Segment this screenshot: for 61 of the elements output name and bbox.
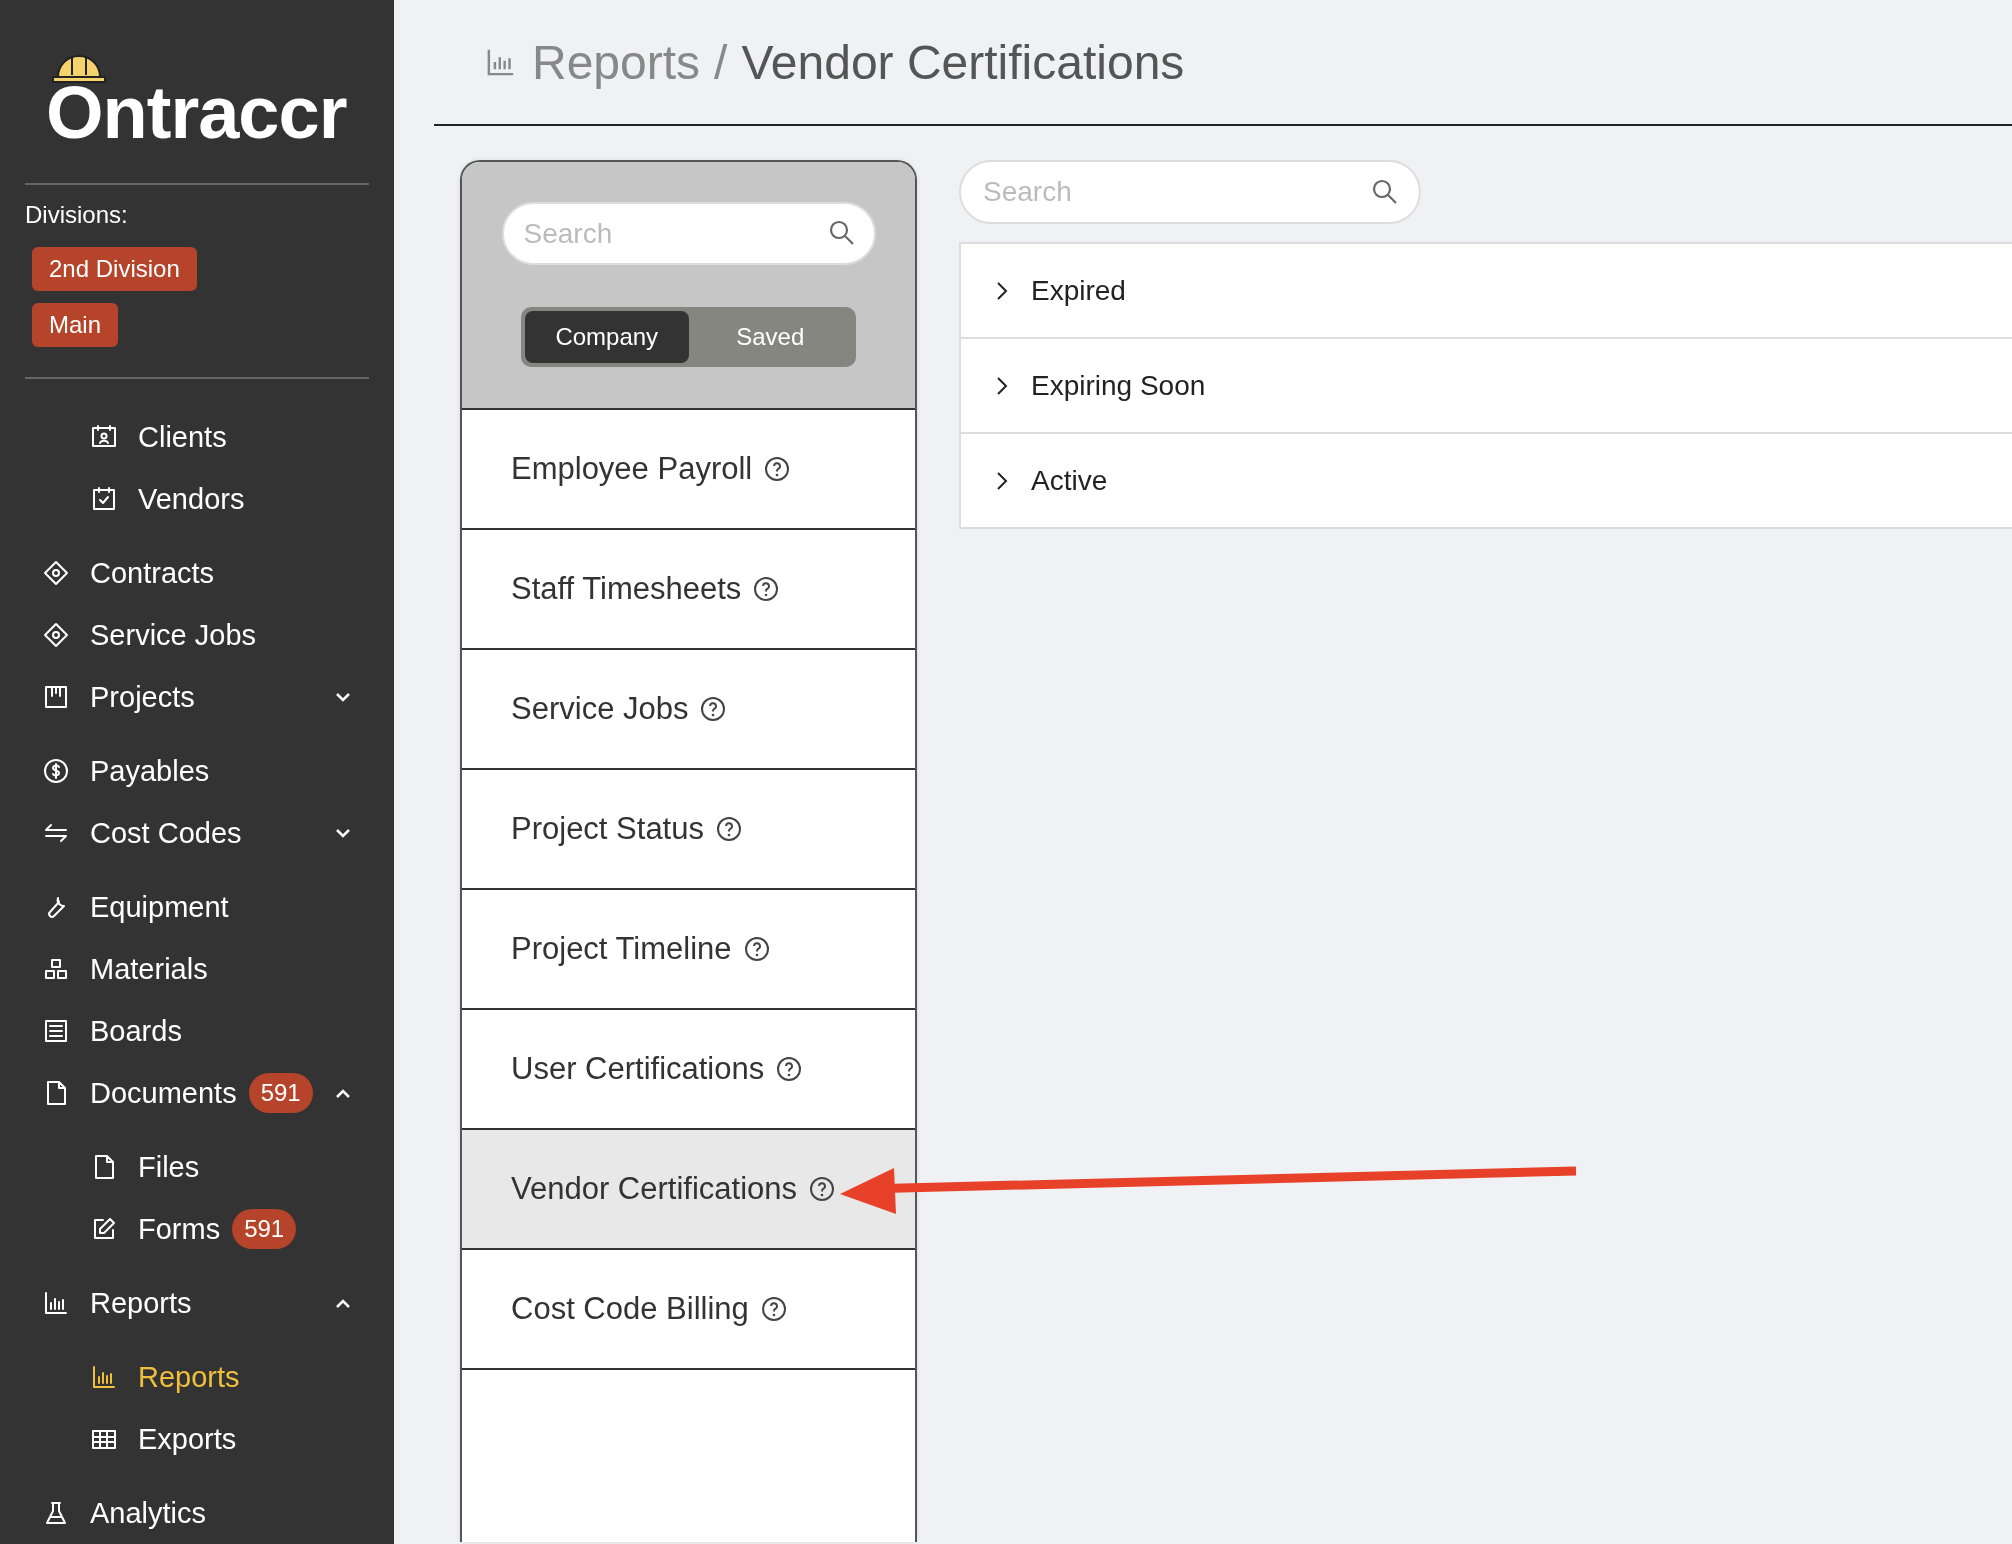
report-item[interactable]: Staff Timesheets [462, 530, 915, 650]
nav-item[interactable]: Boards [0, 1000, 394, 1062]
nav-item[interactable]: Contracts [0, 542, 394, 604]
report-item[interactable]: Service Jobs [462, 650, 915, 770]
breadcrumb-separator: / [714, 34, 728, 90]
help-icon[interactable] [700, 696, 727, 722]
bar-chart-icon [42, 1289, 70, 1317]
help-icon[interactable] [743, 936, 770, 962]
report-item[interactable]: Project Status [462, 770, 915, 890]
divisions-label: Divisions: [25, 201, 129, 229]
diamond-icon [42, 621, 70, 649]
chevron-down-icon[interactable] [334, 691, 352, 703]
help-icon[interactable] [716, 816, 742, 842]
nav-item[interactable]: Exports [0, 1408, 394, 1470]
kanban-icon [42, 683, 70, 711]
collapse-section[interactable]: Active [961, 434, 2012, 527]
nav-item[interactable]: Documents 591 [0, 1062, 394, 1124]
nav-item[interactable]: Reports [0, 1272, 394, 1334]
nav-item[interactable]: Reports [0, 1346, 394, 1408]
nav-item[interactable]: Projects [0, 666, 394, 728]
collapse-section[interactable]: Expired [961, 244, 2012, 339]
division-tag[interactable]: 2nd Division [32, 247, 197, 291]
report-item[interactable]: Vendor Certifications [462, 1130, 915, 1250]
report-item[interactable]: Employee Payroll [462, 410, 915, 530]
report-item[interactable]: Cost Code Billing [462, 1250, 915, 1370]
nav-item[interactable]: Vendors [0, 468, 394, 530]
nav-item[interactable]: Clients [0, 406, 394, 468]
search-icon [1371, 178, 1399, 206]
nav-item[interactable]: Materials [0, 938, 394, 1000]
chevron-up-icon[interactable] [334, 1087, 352, 1099]
nav-item[interactable]: Cost Codes [0, 802, 394, 864]
division-tag[interactable]: Main [32, 303, 119, 347]
calendar-check-icon [90, 485, 118, 513]
nav-item[interactable]: Service Jobs [0, 604, 394, 666]
help-icon[interactable] [776, 1056, 803, 1082]
dollar-circle-icon [42, 757, 70, 785]
app-logo: Ontraccr [46, 84, 347, 141]
search-field[interactable]: Search [959, 160, 1421, 224]
board-icon [42, 1017, 70, 1045]
nav-item[interactable]: Equipment [0, 876, 394, 938]
nav-item[interactable]: Analytics [0, 1482, 394, 1544]
help-icon[interactable] [809, 1176, 836, 1202]
collapse-section[interactable]: Expiring Soon [961, 339, 2012, 434]
chevron-up-icon[interactable] [334, 1297, 352, 1309]
search-field[interactable]: Search [501, 202, 876, 265]
segment-tab[interactable]: Saved [688, 311, 852, 363]
diamond-icon [42, 559, 70, 587]
help-icon[interactable] [764, 456, 791, 482]
help-icon[interactable] [760, 1296, 787, 1322]
count-badge: 591 [248, 1073, 313, 1113]
search-icon [827, 219, 856, 247]
count-badge: 591 [232, 1209, 297, 1249]
chevron-down-icon[interactable] [334, 827, 352, 839]
report-item[interactable]: Project Timeline [462, 890, 915, 1010]
help-icon[interactable] [753, 576, 780, 602]
page-title: Vendor Certifications [741, 34, 1185, 90]
nav-item[interactable]: Forms 591 [0, 1198, 394, 1260]
segment-tab[interactable]: Company [525, 311, 689, 363]
bar-chart-icon [90, 1363, 118, 1391]
nav-item[interactable]: Payables [0, 740, 394, 802]
nav-item[interactable]: Files [0, 1136, 394, 1198]
